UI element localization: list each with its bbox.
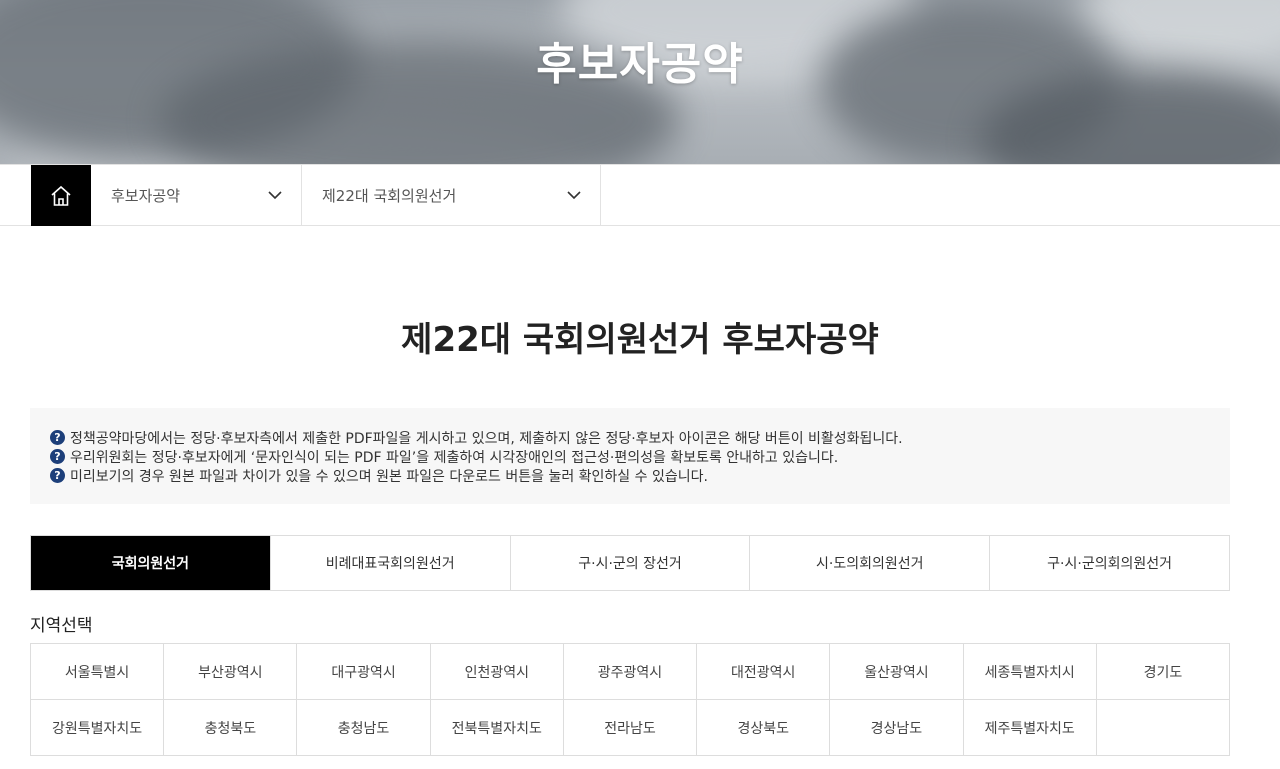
hero-banner: 후보자공약 [0, 0, 1280, 164]
region-button[interactable]: 대전광역시 [697, 644, 831, 700]
region-button[interactable]: 전북특별자치도 [430, 700, 564, 756]
tab-local-head[interactable]: 구·시·군의 장선거 [509, 536, 750, 590]
notice-text: 정책공약마당에서는 정당·후보자측에서 제출한 PDF파일을 게시하고 있으며,… [70, 430, 903, 447]
notice-text: 우리위원회는 정당·후보자에게 ‘문자인식이 되는 PDF 파일’을 제출하여 … [70, 449, 839, 466]
tab-local-council[interactable]: 구·시·군의회의원선거 [989, 536, 1229, 590]
notice-item: ? 미리보기의 경우 원본 파일과 차이가 있을 수 있으며 원본 파일은 다운… [50, 466, 1230, 485]
region-button[interactable]: 충청남도 [297, 700, 431, 756]
election-tabs: 국회의원선거 비례대표국회의원선거 구·시·군의 장선거 시·도의회의원선거 구… [30, 535, 1230, 591]
region-button[interactable]: 강원특별자치도 [31, 700, 165, 756]
notice-item: ? 우리위원회는 정당·후보자에게 ‘문자인식이 되는 PDF 파일’을 제출하… [50, 447, 1230, 466]
region-grid: 서울특별시 부산광역시 대구광역시 인천광역시 광주광역시 대전광역시 울산광역… [30, 643, 1230, 756]
region-empty-cell [1096, 700, 1230, 756]
region-button[interactable]: 경상남도 [830, 700, 964, 756]
chevron-down-icon [268, 191, 282, 200]
breadcrumb: 후보자공약 제22대 국회의원선거 [0, 164, 1280, 226]
breadcrumb-menu-dropdown[interactable]: 후보자공약 [91, 165, 302, 226]
breadcrumb-election-label: 제22대 국회의원선거 [322, 187, 457, 205]
breadcrumb-menu-label: 후보자공약 [111, 187, 181, 205]
region-button[interactable]: 울산광역시 [830, 644, 964, 700]
question-icon: ? [50, 468, 65, 483]
tab-provincial-council[interactable]: 시·도의회의원선거 [749, 536, 990, 590]
region-button[interactable]: 제주특별자치도 [963, 700, 1097, 756]
region-button[interactable]: 충청북도 [164, 700, 298, 756]
region-button[interactable]: 인천광역시 [430, 644, 564, 700]
notice-box: ? 정책공약마당에서는 정당·후보자측에서 제출한 PDF파일을 게시하고 있으… [30, 408, 1230, 504]
page-title: 제22대 국회의원선거 후보자공약 [401, 320, 879, 360]
hero-title: 후보자공약 [536, 39, 744, 90]
region-select-label: 지역선택 [30, 616, 93, 636]
home-button[interactable] [31, 165, 91, 226]
notice-item: ? 정책공약마당에서는 정당·후보자측에서 제출한 PDF파일을 게시하고 있으… [50, 428, 1230, 447]
question-icon: ? [50, 430, 65, 445]
notice-text: 미리보기의 경우 원본 파일과 차이가 있을 수 있으며 원본 파일은 다운로드… [70, 468, 708, 485]
region-button[interactable]: 부산광역시 [164, 644, 298, 700]
question-icon: ? [50, 449, 65, 464]
chevron-down-icon [567, 191, 581, 200]
region-button[interactable]: 경상북도 [697, 700, 831, 756]
region-button[interactable]: 광주광역시 [563, 644, 698, 700]
tab-national-assembly[interactable]: 국회의원선거 [31, 536, 270, 590]
breadcrumb-election-dropdown[interactable]: 제22대 국회의원선거 [302, 165, 601, 226]
region-button[interactable]: 대구광역시 [297, 644, 431, 700]
region-button[interactable]: 세종특별자치시 [963, 644, 1097, 700]
region-button[interactable]: 경기도 [1096, 644, 1230, 700]
region-button[interactable]: 서울특별시 [31, 644, 165, 700]
home-icon [51, 185, 71, 206]
region-button[interactable]: 전라남도 [563, 700, 698, 756]
tab-proportional[interactable]: 비례대표국회의원선거 [269, 536, 510, 590]
